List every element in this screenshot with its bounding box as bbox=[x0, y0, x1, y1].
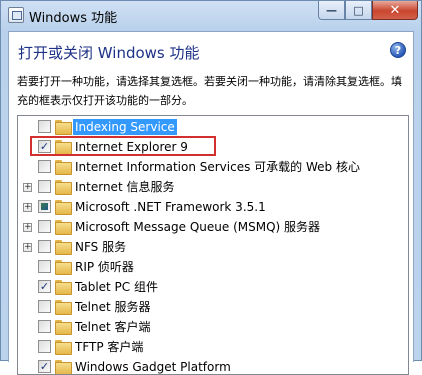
expand-plus-icon[interactable]: + bbox=[23, 223, 32, 232]
feature-row[interactable]: TFTP 客户端 bbox=[18, 337, 408, 357]
feature-row[interactable]: + Microsoft .NET Framework 3.5.1 bbox=[18, 197, 408, 217]
window-title: Windows 功能 bbox=[29, 11, 118, 26]
folder-icon bbox=[55, 320, 72, 335]
feature-label: Telnet 服务器 bbox=[75, 300, 151, 314]
folder-icon bbox=[55, 300, 72, 315]
feature-row[interactable]: Telnet 客户端 bbox=[18, 317, 408, 337]
feature-row[interactable]: ✓ Tablet PC 组件 bbox=[18, 277, 408, 297]
feature-row[interactable]: + Microsoft Message Queue (MSMQ) 服务器 bbox=[18, 217, 408, 237]
folder-icon bbox=[55, 200, 72, 215]
expand-plus-icon[interactable]: + bbox=[23, 203, 32, 212]
feature-label: RIP 侦听器 bbox=[75, 260, 134, 274]
feature-label: Internet Information Services 可承载的 Web 核… bbox=[75, 160, 360, 174]
feature-row[interactable]: Internet Information Services 可承载的 Web 核… bbox=[18, 157, 408, 177]
feature-checkbox[interactable]: ✓ bbox=[38, 280, 51, 293]
feature-row[interactable]: + Internet 信息服务 bbox=[18, 177, 408, 197]
description-text: 若要打开一种功能，请选择其复选框。若要关闭一种功能，请清除其复选框。填充的框表示… bbox=[17, 75, 402, 107]
folder-icon bbox=[55, 180, 72, 195]
feature-checkbox[interactable] bbox=[38, 300, 51, 313]
feature-checkbox[interactable] bbox=[38, 160, 51, 173]
feature-label: Internet 信息服务 bbox=[75, 180, 175, 194]
page-title: 打开或关闭 Windows 功能 bbox=[18, 44, 200, 62]
feature-row[interactable]: + NFS 服务 bbox=[18, 237, 408, 257]
folder-icon bbox=[55, 340, 72, 355]
feature-label: Indexing Service bbox=[73, 119, 177, 135]
expand-plus-icon[interactable]: + bbox=[23, 243, 32, 252]
feature-checkbox[interactable] bbox=[38, 320, 51, 333]
feature-checkbox[interactable] bbox=[38, 180, 51, 193]
folder-icon bbox=[55, 240, 72, 255]
windows-features-window: Windows 功能 — □ ✕ 打开或关闭 Windows 功能 ? 若要打开… bbox=[0, 0, 422, 375]
feature-row[interactable]: ✓ Windows Gadget Platform bbox=[18, 357, 408, 374]
folder-icon bbox=[55, 160, 72, 175]
close-button[interactable]: ✕ bbox=[372, 1, 418, 20]
feature-label: Microsoft Message Queue (MSMQ) 服务器 bbox=[75, 220, 321, 234]
feature-label: Windows Gadget Platform bbox=[75, 360, 231, 374]
expand-plus-icon[interactable]: + bbox=[23, 183, 32, 192]
caption-buttons: — □ ✕ bbox=[318, 1, 418, 21]
folder-icon bbox=[55, 280, 72, 295]
feature-label: Tablet PC 组件 bbox=[75, 280, 158, 294]
folder-icon bbox=[55, 220, 72, 235]
title-bar[interactable]: Windows 功能 — □ ✕ bbox=[1, 1, 421, 31]
maximize-button[interactable]: □ bbox=[345, 1, 372, 20]
feature-label: NFS 服务 bbox=[75, 240, 127, 254]
feature-label: Microsoft .NET Framework 3.5.1 bbox=[75, 200, 266, 214]
feature-row[interactable]: RIP 侦听器 bbox=[18, 257, 408, 277]
feature-checkbox[interactable] bbox=[38, 200, 51, 213]
feature-label: TFTP 客户端 bbox=[75, 340, 144, 354]
minimize-button[interactable]: — bbox=[318, 1, 345, 20]
folder-icon bbox=[55, 120, 72, 135]
folder-icon bbox=[55, 360, 72, 374]
feature-row[interactable]: Indexing Service bbox=[18, 117, 408, 137]
feature-checkbox[interactable] bbox=[38, 120, 51, 133]
folder-icon bbox=[55, 260, 72, 275]
help-icon[interactable]: ? bbox=[390, 42, 406, 58]
feature-row[interactable]: Telnet 服务器 bbox=[18, 297, 408, 317]
annotation-highlight-box bbox=[30, 136, 216, 156]
feature-checkbox[interactable] bbox=[38, 220, 51, 233]
feature-checkbox[interactable] bbox=[38, 340, 51, 353]
dialog-content: 打开或关闭 Windows 功能 ? 若要打开一种功能，请选择其复选框。若要关闭… bbox=[8, 31, 414, 375]
feature-label: Telnet 客户端 bbox=[75, 320, 151, 334]
feature-checkbox[interactable] bbox=[38, 240, 51, 253]
feature-checkbox[interactable] bbox=[38, 260, 51, 273]
feature-checkbox[interactable]: ✓ bbox=[38, 360, 51, 373]
windows-features-icon bbox=[8, 7, 24, 23]
